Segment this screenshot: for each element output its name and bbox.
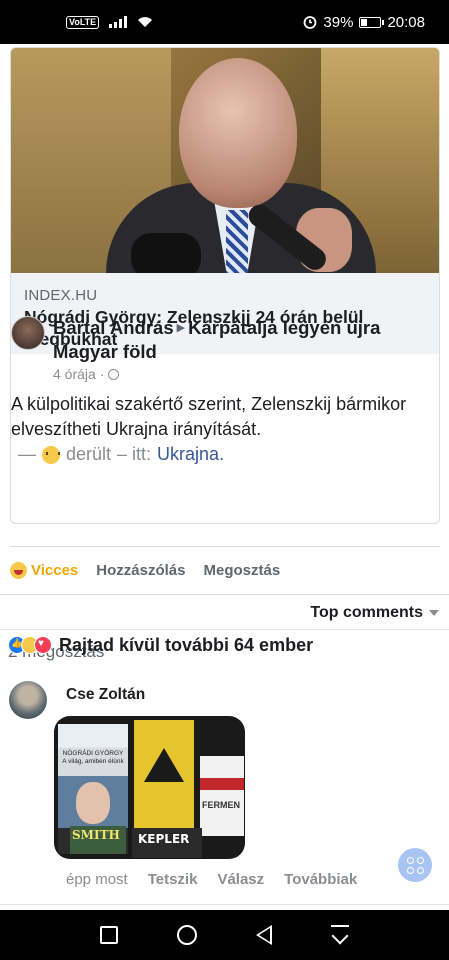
comment-more-button[interactable]: Továbbiak bbox=[284, 871, 357, 888]
share-button[interactable]: Megosztás bbox=[203, 562, 280, 579]
alarm-icon bbox=[304, 16, 317, 29]
author-avatar[interactable] bbox=[11, 316, 45, 350]
post-actions: Vicces Hozzászólás Megosztás bbox=[10, 558, 280, 582]
feeling-text: derült bbox=[66, 444, 112, 464]
book-cover bbox=[134, 720, 194, 830]
location-prefix: – itt: bbox=[117, 444, 152, 464]
book-cover: FERMEN bbox=[200, 756, 244, 836]
comment-button[interactable]: Hozzászólás bbox=[96, 562, 185, 579]
reactions-text: Rajtad kívül további 64 ember bbox=[59, 634, 314, 655]
comment-sort-dropdown[interactable]: Top comments bbox=[310, 604, 439, 622]
caret-down-icon bbox=[429, 610, 439, 616]
grid-icon bbox=[406, 856, 424, 874]
volte-badge: VoLTE bbox=[66, 15, 100, 29]
smiley-icon bbox=[42, 445, 60, 464]
post-text: A külpolitikai szakértő szerint, Zelensz… bbox=[11, 394, 407, 439]
reactions-summary[interactable]: Rajtad kívül további 64 ember bbox=[8, 634, 313, 656]
link-preview-image[interactable] bbox=[11, 48, 439, 273]
book-cover: KEPLER bbox=[132, 828, 202, 858]
love-reaction-icon bbox=[34, 636, 52, 654]
book-title: KEPLER bbox=[138, 832, 190, 846]
link-domain: INDEX.HU bbox=[24, 287, 98, 304]
globe-icon bbox=[108, 368, 120, 380]
wifi-icon bbox=[138, 17, 153, 27]
feeling-dash: — bbox=[18, 444, 36, 464]
arrow-right-icon: ▶ bbox=[176, 322, 186, 334]
author-line: Bartal András ▶ Kárpátalja legyen újra Mag… bbox=[53, 316, 413, 364]
apps-fab-button[interactable] bbox=[398, 848, 432, 882]
comment-like-button[interactable]: Tetszik bbox=[148, 871, 198, 888]
signal-icon bbox=[109, 16, 128, 28]
comment-time: épp most bbox=[66, 871, 128, 888]
comment-photo[interactable]: NÓGRÁDI GYÖRGY A világ, amiben élünk FER… bbox=[54, 716, 245, 859]
book-cover: SMITH bbox=[70, 826, 126, 854]
reaction-label: Vicces bbox=[31, 561, 79, 579]
status-bar: VoLTE 39% 20:08 bbox=[0, 0, 449, 44]
comment-actions: épp most Tetszik Válasz Továbbiak bbox=[66, 871, 357, 888]
divider bbox=[0, 629, 449, 630]
book-title: FERMEN bbox=[202, 800, 240, 810]
book-title: SMITH bbox=[72, 828, 120, 842]
post-meta: 4 órája · bbox=[53, 366, 120, 382]
feeling-line: — derült – itt: Ukrajna. bbox=[18, 444, 224, 465]
location-link[interactable]: Ukrajna. bbox=[157, 444, 224, 465]
book-title: NÓGRÁDI GYÖRGY A világ, amiben élünk bbox=[62, 750, 124, 765]
recents-icon[interactable] bbox=[99, 926, 118, 944]
post-time[interactable]: 4 órája bbox=[53, 366, 96, 382]
commenter-avatar[interactable] bbox=[9, 681, 47, 719]
system-nav-bar bbox=[0, 910, 449, 960]
notification-drawer-icon[interactable] bbox=[331, 925, 350, 945]
reaction-button[interactable]: Vicces bbox=[10, 561, 79, 579]
commenter-name[interactable]: Cse Zoltán bbox=[66, 686, 145, 704]
battery-icon bbox=[359, 16, 385, 28]
comment-sort-label: Top comments bbox=[310, 604, 423, 621]
clock: 20:08 bbox=[387, 13, 425, 31]
divider bbox=[0, 904, 449, 905]
back-icon[interactable] bbox=[256, 925, 273, 945]
comment-reply-button[interactable]: Válasz bbox=[217, 871, 264, 888]
home-icon[interactable] bbox=[176, 925, 197, 945]
divider bbox=[0, 594, 449, 595]
author-name[interactable]: Bartal András bbox=[53, 317, 174, 338]
divider bbox=[10, 546, 440, 547]
separator: · bbox=[99, 366, 105, 382]
battery-percent: 39% bbox=[323, 13, 354, 31]
haha-icon bbox=[10, 561, 27, 579]
